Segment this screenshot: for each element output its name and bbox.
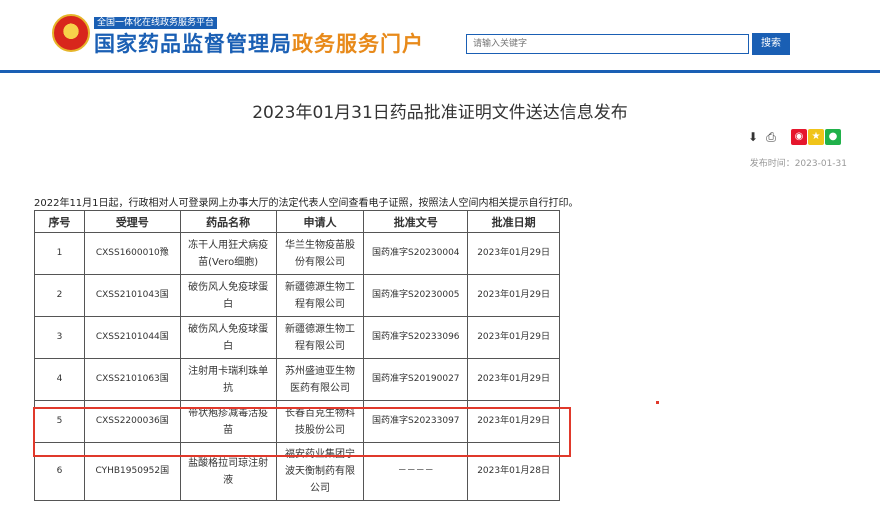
cell-approval-date: 2023年01月29日 xyxy=(467,400,560,443)
national-emblem-icon: ★ xyxy=(52,14,90,52)
cell-approval-no: －－－－ xyxy=(363,442,469,501)
table-header-row: 序号 受理号 药品名称 申请人 批准文号 批准日期 xyxy=(34,210,560,233)
red-dot-marker xyxy=(656,401,659,404)
site-header: ★ 全国一体化在线政务服务平台 国家药品监督管理局政务服务门户 搜索 xyxy=(0,0,880,70)
cell-drug-name: 破伤风人免疫球蛋白 xyxy=(179,274,277,317)
print-icon[interactable]: ⎙ xyxy=(763,129,779,145)
approval-table: 序号 受理号 药品名称 申请人 批准文号 批准日期 1 CXSS1600010豫… xyxy=(34,210,560,501)
qzone-icon[interactable]: ★ xyxy=(808,129,824,145)
cell-no: 4 xyxy=(34,358,85,401)
download-icon[interactable]: ⬇ xyxy=(745,129,761,145)
cell-applicant: 福安药业集团宁波天衡制药有限公司 xyxy=(275,442,365,501)
cell-applicant: 新疆德源生物工程有限公司 xyxy=(275,274,365,317)
cell-no: 6 xyxy=(34,442,85,501)
cell-approval-no: 国药准字S20233096 xyxy=(363,316,469,359)
cell-drug-name: 带状疱疹减毒活疫苗 xyxy=(179,400,277,443)
cell-approval-no: 国药准字S20230005 xyxy=(363,274,469,317)
cell-accept-no: CXSS2101043国 xyxy=(83,274,181,317)
column-header: 批准日期 xyxy=(467,210,560,233)
notice-text: 2022年11月1日起，行政相对人可登录网上办事大厅的法定代表人空间查看电子证照… xyxy=(34,198,579,209)
cell-no: 5 xyxy=(34,400,85,443)
table-row: 2 CXSS2101043国 破伤风人免疫球蛋白 新疆德源生物工程有限公司 国药… xyxy=(34,274,560,317)
cell-no: 1 xyxy=(34,232,85,275)
table-row: 4 CXSS2101063国 注射用卡瑞利珠单抗 苏州盛迪亚生物医药有限公司 国… xyxy=(34,358,560,401)
search-input[interactable] xyxy=(466,34,749,54)
cell-approval-no: 国药准字S20230004 xyxy=(363,232,469,275)
cell-no: 2 xyxy=(34,274,85,317)
cell-drug-name: 冻干人用狂犬病疫苗(Vero细胞) xyxy=(179,232,277,275)
column-header: 药品名称 xyxy=(179,210,277,233)
cell-accept-no: CXSS1600010豫 xyxy=(83,232,181,275)
cell-approval-date: 2023年01月28日 xyxy=(467,442,560,501)
cell-approval-date: 2023年01月29日 xyxy=(467,274,560,317)
cell-applicant: 华兰生物疫苗股份有限公司 xyxy=(275,232,365,275)
cell-accept-no: CXSS2101044国 xyxy=(83,316,181,359)
cell-accept-no: CXSS2101063国 xyxy=(83,358,181,401)
cell-applicant: 苏州盛迪亚生物医药有限公司 xyxy=(275,358,365,401)
site-title-accent: 政务服务门户 xyxy=(292,32,424,56)
table-row: 5 CXSS2200036国 带状疱疹减毒活疫苗 长春百克生物科技股份公司 国药… xyxy=(34,400,560,443)
article-title: 2023年01月31日药品批准证明文件送达信息发布 xyxy=(252,103,628,123)
cell-approval-date: 2023年01月29日 xyxy=(467,232,560,275)
cell-accept-no: CXSS2200036国 xyxy=(83,400,181,443)
column-header: 序号 xyxy=(34,210,85,233)
cell-drug-name: 盐酸格拉司琼注射液 xyxy=(179,442,277,501)
table-row: 1 CXSS1600010豫 冻干人用狂犬病疫苗(Vero细胞) 华兰生物疫苗股… xyxy=(34,232,560,275)
table-row: 6 CYHB1950952国 盐酸格拉司琼注射液 福安药业集团宁波天衡制药有限公… xyxy=(34,442,560,501)
site-title-main: 国家药品监督管理局 xyxy=(94,32,292,56)
column-header: 受理号 xyxy=(83,210,181,233)
column-header: 批准文号 xyxy=(363,210,469,233)
cell-approval-no: 国药准字S20233097 xyxy=(363,400,469,443)
cell-approval-date: 2023年01月29日 xyxy=(467,358,560,401)
cell-applicant: 新疆德源生物工程有限公司 xyxy=(275,316,365,359)
cell-no: 3 xyxy=(34,316,85,359)
column-header: 申请人 xyxy=(275,210,365,233)
cell-accept-no: CYHB1950952国 xyxy=(83,442,181,501)
wechat-icon[interactable]: ● xyxy=(825,129,841,145)
table-row: 3 CXSS2101044国 破伤风人免疫球蛋白 新疆德源生物工程有限公司 国药… xyxy=(34,316,560,359)
cell-approval-date: 2023年01月29日 xyxy=(467,316,560,359)
cell-drug-name: 破伤风人免疫球蛋白 xyxy=(179,316,277,359)
header-divider xyxy=(0,70,880,73)
search-button[interactable]: 搜索 xyxy=(752,33,790,55)
publish-time: 发布时间：2023-01-31 xyxy=(749,159,847,169)
cell-drug-name: 注射用卡瑞利珠单抗 xyxy=(179,358,277,401)
weibo-icon[interactable]: ◉ xyxy=(791,129,807,145)
platform-subtitle: 全国一体化在线政务服务平台 xyxy=(94,17,218,29)
cell-approval-no: 国药准字S20190027 xyxy=(363,358,469,401)
cell-applicant: 长春百克生物科技股份公司 xyxy=(275,400,365,443)
site-logo-title[interactable]: 国家药品监督管理局政务服务门户 xyxy=(94,31,424,57)
